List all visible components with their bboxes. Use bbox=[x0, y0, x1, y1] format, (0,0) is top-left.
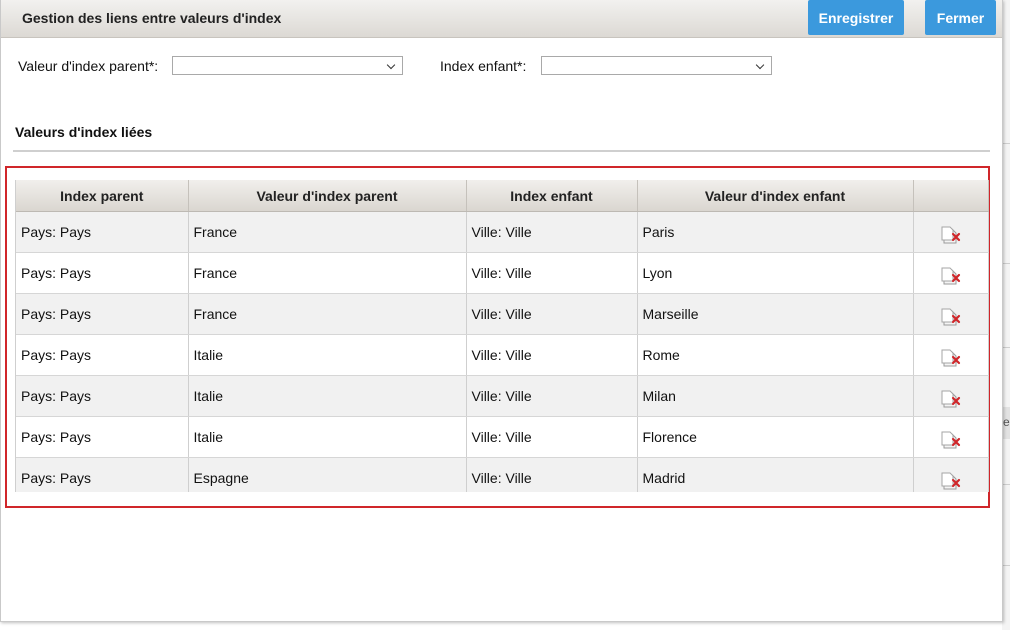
linked-values-grid: Index parent Valeur d'index parent Index… bbox=[15, 180, 989, 492]
row-actions-cell bbox=[913, 293, 989, 335]
parent-value-cell: Italie bbox=[188, 416, 467, 458]
child-value-cell: Paris bbox=[637, 211, 914, 253]
child-index-select[interactable] bbox=[541, 56, 772, 75]
child-index-cell: Ville: Ville bbox=[466, 375, 638, 417]
column-header-actions bbox=[913, 180, 989, 212]
child-index-cell: Ville: Ville bbox=[466, 252, 638, 294]
table-header-row: Index parent Valeur d'index parent Index… bbox=[16, 180, 989, 212]
dialog-title: Gestion des liens entre valeurs d'index bbox=[22, 10, 282, 26]
child-index-cell: Ville: Ville bbox=[466, 334, 638, 376]
background-partial-text: e bbox=[1003, 415, 1010, 429]
parent-value-cell: France bbox=[188, 293, 467, 335]
parent-value-cell: Italie bbox=[188, 375, 467, 417]
child-value-cell: Madrid bbox=[637, 457, 914, 492]
row-actions-cell bbox=[913, 334, 989, 376]
parent-value-cell: France bbox=[188, 252, 467, 294]
background-window-edge: e bbox=[1002, 0, 1010, 630]
parent-index-cell: Pays: Pays bbox=[16, 334, 189, 376]
delete-link-icon[interactable] bbox=[940, 429, 962, 451]
close-button[interactable]: Fermer bbox=[925, 0, 996, 35]
child-index-cell: Ville: Ville bbox=[466, 416, 638, 458]
parent-index-cell: Pays: Pays bbox=[16, 252, 189, 294]
parent-index-cell: Pays: Pays bbox=[16, 375, 189, 417]
save-button[interactable]: Enregistrer bbox=[808, 0, 904, 35]
child-index-cell: Ville: Ville bbox=[466, 293, 638, 335]
delete-link-icon[interactable] bbox=[940, 306, 962, 328]
row-actions-cell bbox=[913, 375, 989, 417]
chevron-down-icon bbox=[755, 60, 765, 70]
background-cell: e bbox=[1002, 407, 1010, 439]
parent-index-cell: Pays: Pays bbox=[16, 416, 189, 458]
linked-values-table: Index parent Valeur d'index parent Index… bbox=[16, 180, 989, 492]
delete-link-icon[interactable] bbox=[940, 470, 962, 492]
chevron-down-icon bbox=[386, 60, 396, 70]
child-value-cell: Marseille bbox=[637, 293, 914, 335]
row-actions-cell bbox=[913, 416, 989, 458]
child-value-cell: Florence bbox=[637, 416, 914, 458]
child-index-cell: Ville: Ville bbox=[466, 211, 638, 253]
table-row[interactable]: Pays: Pays Espagne Ville: Ville Madrid bbox=[16, 457, 989, 492]
delete-link-icon[interactable] bbox=[940, 224, 962, 246]
parent-index-cell: Pays: Pays bbox=[16, 457, 189, 492]
delete-link-icon[interactable] bbox=[940, 347, 962, 369]
table-row[interactable]: Pays: Pays Italie Ville: Ville Milan bbox=[16, 375, 989, 417]
parent-value-cell: Espagne bbox=[188, 457, 467, 492]
table-row[interactable]: Pays: Pays France Ville: Ville Lyon bbox=[16, 252, 989, 294]
table-row[interactable]: Pays: Pays France Ville: Ville Marseille bbox=[16, 293, 989, 335]
link-management-dialog: Gestion des liens entre valeurs d'index … bbox=[0, 0, 1003, 622]
row-actions-cell bbox=[913, 252, 989, 294]
dialog-title-bar: Gestion des liens entre valeurs d'index … bbox=[1, 0, 1002, 38]
table-row[interactable]: Pays: Pays France Ville: Ville Paris bbox=[16, 211, 989, 253]
child-value-cell: Lyon bbox=[637, 252, 914, 294]
column-header-parent-index[interactable]: Index parent bbox=[16, 180, 189, 212]
parent-value-cell: Italie bbox=[188, 334, 467, 376]
delete-link-icon[interactable] bbox=[940, 388, 962, 410]
column-header-parent-value[interactable]: Valeur d'index parent bbox=[188, 180, 467, 212]
parent-value-select[interactable] bbox=[172, 56, 403, 75]
table-row[interactable]: Pays: Pays Italie Ville: Ville Florence bbox=[16, 416, 989, 458]
child-value-cell: Rome bbox=[637, 334, 914, 376]
parent-index-cell: Pays: Pays bbox=[16, 211, 189, 253]
delete-link-icon[interactable] bbox=[940, 265, 962, 287]
parent-value-cell: France bbox=[188, 211, 467, 253]
table-row[interactable]: Pays: Pays Italie Ville: Ville Rome bbox=[16, 334, 989, 376]
column-header-child-index[interactable]: Index enfant bbox=[466, 180, 638, 212]
child-index-label: Index enfant*: bbox=[440, 58, 527, 74]
column-header-child-value[interactable]: Valeur d'index enfant bbox=[637, 180, 914, 212]
row-actions-cell bbox=[913, 211, 989, 253]
child-value-cell: Milan bbox=[637, 375, 914, 417]
row-actions-cell bbox=[913, 457, 989, 492]
parent-value-label: Valeur d'index parent*: bbox=[18, 58, 159, 74]
linked-values-section-title: Valeurs d'index liées bbox=[15, 124, 153, 140]
parent-index-cell: Pays: Pays bbox=[16, 293, 189, 335]
child-index-cell: Ville: Ville bbox=[466, 457, 638, 492]
section-divider bbox=[13, 150, 990, 152]
